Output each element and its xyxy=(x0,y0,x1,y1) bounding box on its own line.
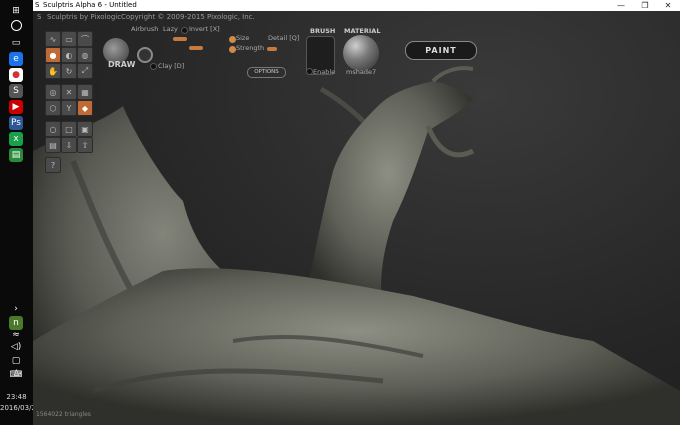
title-bar: S Sculptris Alpha 6 - Untitled — ❐ ✕ xyxy=(33,0,680,11)
search-icon[interactable] xyxy=(11,20,22,31)
detail-slider[interactable] xyxy=(267,47,277,51)
triangle-count: 1564022 triangles xyxy=(36,411,91,418)
brush-enable-label[interactable]: Enable xyxy=(313,68,335,76)
brush-label: BRUSH xyxy=(310,27,336,35)
app-window: S Sculptris Alpha 6 - Untitled — ❐ ✕ S S… xyxy=(33,0,680,425)
tool-export-icon[interactable]: ⇧ xyxy=(77,137,93,153)
app-icon: S xyxy=(35,1,40,9)
tool-draw-icon[interactable]: ∿ xyxy=(45,31,61,47)
tool-save-icon[interactable]: ▤ xyxy=(45,137,61,153)
tool-inflate-icon[interactable]: ● xyxy=(45,47,61,63)
tool-new-sphere-icon[interactable]: ○ xyxy=(45,121,61,137)
input-language[interactable]: A xyxy=(0,369,33,379)
window-title: Sculptris Alpha 6 - Untitled xyxy=(43,1,137,9)
tool-wireframe-icon[interactable]: ⬡ xyxy=(45,100,61,116)
strength-label[interactable]: Strength xyxy=(236,44,264,52)
tool-help-icon[interactable]: ? xyxy=(45,157,61,173)
clock-date[interactable]: 2016/03/22 xyxy=(0,404,40,412)
airbrush-label[interactable]: Airbrush xyxy=(131,25,158,33)
edge-browser-icon[interactable]: e xyxy=(9,52,23,66)
invert-label[interactable]: Invert [X] xyxy=(189,25,220,33)
tool-open-icon[interactable]: ▣ xyxy=(77,121,93,137)
copyright-label: Copyright © 2009-2015 Pixologic, Inc. xyxy=(121,13,255,21)
brand-label: Sculptris by Pixologic xyxy=(47,13,122,21)
airbrush-slider[interactable] xyxy=(173,37,187,41)
tool-rotate-icon[interactable]: ↻ xyxy=(61,63,77,79)
chevron-up-icon[interactable]: › xyxy=(9,302,23,316)
clock-time[interactable]: 23:48 xyxy=(0,393,33,401)
invert-toggle[interactable] xyxy=(181,27,188,34)
file-explorer-icon[interactable]: ▤ xyxy=(9,148,23,162)
tool-smooth-icon[interactable]: ◍ xyxy=(77,47,93,63)
size-label[interactable]: Size xyxy=(236,34,249,42)
detail-label[interactable]: Detail [Q] xyxy=(268,34,299,42)
material-preview[interactable] xyxy=(343,35,379,71)
paint-button[interactable]: PAINT xyxy=(405,41,477,60)
3d-viewport[interactable]: S Sculptris by Pixologic Copyright © 200… xyxy=(33,11,680,425)
lazy-label[interactable]: Lazy xyxy=(163,25,178,33)
media-app-icon[interactable]: ▶ xyxy=(9,100,23,114)
options-button[interactable]: OPTIONS xyxy=(247,67,286,78)
maximize-button[interactable]: ❐ xyxy=(634,0,656,11)
tool-paint-mode-icon[interactable]: ◆ xyxy=(77,100,93,116)
tool-scale-icon[interactable]: ⤢ xyxy=(77,63,93,79)
sculptris-taskbar-icon[interactable]: S xyxy=(9,84,23,98)
clay-label[interactable]: Clay [D] xyxy=(158,62,184,70)
taskbar: ⊞ ▭ e ● S ▶ Ps x ▤ › n ≈ ◁) ▢ ⌨ A 23:48 … xyxy=(0,0,40,425)
notification-icon[interactable]: ▢ xyxy=(9,354,23,368)
brush-enable-checkbox[interactable] xyxy=(306,68,313,75)
tool-pinch-icon[interactable]: ◐ xyxy=(61,47,77,63)
tool-reduce-icon[interactable]: ✕ xyxy=(61,84,77,100)
tool-import-icon[interactable]: ⇩ xyxy=(61,137,77,153)
chrome-icon[interactable]: ● xyxy=(9,68,23,82)
material-label: MATERIAL xyxy=(344,27,381,35)
task-view-icon[interactable]: ▭ xyxy=(9,36,23,50)
sculptris-logo-icon: S xyxy=(37,13,42,21)
tool-mask-icon[interactable]: ▦ xyxy=(77,84,93,100)
tool-new-plane-icon[interactable]: □ xyxy=(61,121,77,137)
material-name[interactable]: mshade7 xyxy=(346,68,376,76)
top-info-bar: S Sculptris by Pixologic Copyright © 200… xyxy=(33,11,680,25)
tool-symmetry-icon[interactable]: ◎ xyxy=(45,84,61,100)
volume-icon[interactable]: ◁) xyxy=(9,340,23,354)
tool-flatten-icon[interactable]: ▭ xyxy=(61,31,77,47)
excel-icon[interactable]: x xyxy=(9,132,23,146)
tool-hide-icon[interactable]: Y xyxy=(61,100,77,116)
size-radio[interactable] xyxy=(229,36,236,43)
minimize-button[interactable]: — xyxy=(610,0,632,11)
brush-falloff-icon[interactable] xyxy=(137,47,153,63)
clay-toggle[interactable] xyxy=(150,63,157,70)
tool-crease-icon[interactable]: ⌒ xyxy=(77,31,93,47)
current-tool-label: DRAW xyxy=(108,60,136,69)
tool-grab-icon[interactable]: ✋ xyxy=(45,63,61,79)
close-button[interactable]: ✕ xyxy=(657,0,679,11)
strength-radio[interactable] xyxy=(229,46,236,53)
windows-start-icon[interactable]: ⊞ xyxy=(9,4,23,18)
lazy-slider[interactable] xyxy=(189,46,203,50)
photoshop-icon[interactable]: Ps xyxy=(9,116,23,130)
